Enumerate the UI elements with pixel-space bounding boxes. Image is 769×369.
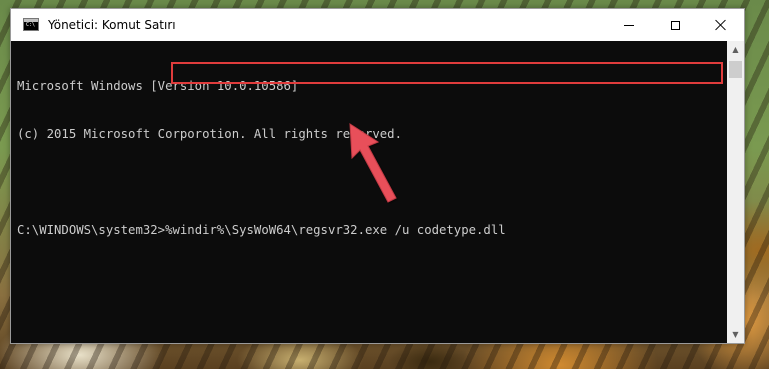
close-icon: [715, 19, 727, 31]
command-text[interactable]: %windir%\SysWoW64\regsvr32.exe /u codety…: [165, 223, 506, 237]
window-title: Yönetici: Komut Satırı: [48, 18, 176, 32]
scroll-thumb[interactable]: [729, 61, 742, 78]
minimize-button[interactable]: [606, 9, 652, 41]
chevron-up-icon: ▲: [732, 45, 739, 54]
command-highlight-box: [171, 62, 723, 84]
scroll-up-button[interactable]: ▲: [727, 41, 744, 58]
maximize-button[interactable]: [652, 9, 698, 41]
vertical-scrollbar[interactable]: ▲ ▼: [727, 41, 744, 343]
cmd-app-icon[interactable]: [23, 18, 39, 31]
chevron-down-icon: ▼: [732, 330, 739, 339]
maximize-icon: [670, 20, 680, 30]
title-bar[interactable]: Yönetici: Komut Satırı: [11, 9, 744, 41]
pointer-arrow-icon: [349, 123, 397, 203]
command-line[interactable]: C:\WINDOWS\system32>%windir%\SysWoW64\re…: [17, 222, 727, 238]
scroll-down-button[interactable]: ▼: [727, 326, 744, 343]
close-button[interactable]: [698, 9, 744, 41]
minimize-icon: [624, 24, 634, 26]
prompt: C:\WINDOWS\system32>: [17, 223, 166, 237]
